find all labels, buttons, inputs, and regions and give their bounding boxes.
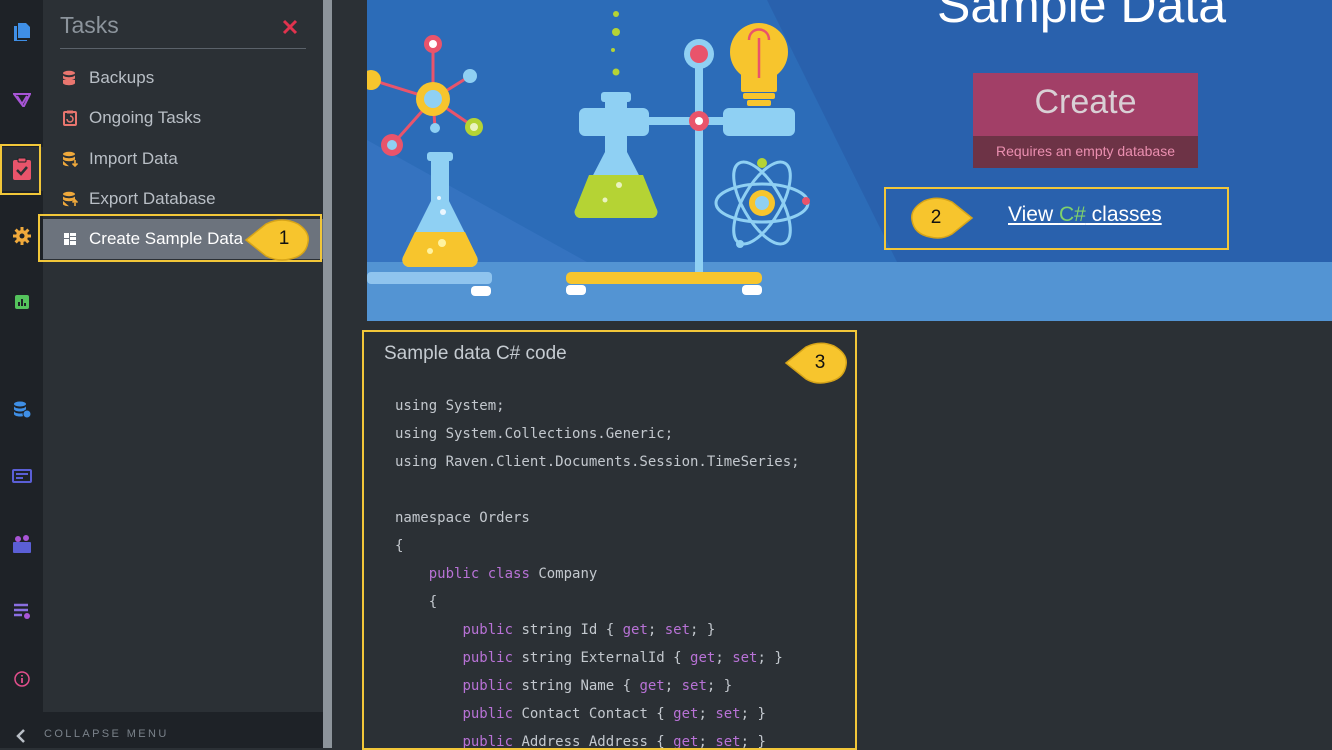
menu-item-export-database[interactable]: Export Database [43, 179, 323, 219]
menu-item-import-data[interactable]: Import Data [43, 139, 323, 179]
collapse-menu-label[interactable]: COLLAPSE MENU [44, 728, 169, 740]
create-button-note: Requires an empty database [996, 143, 1175, 159]
sample-data-hero: Sample Data Create Requires an empty dat… [367, 0, 1332, 321]
sample-code-panel: Sample data C# code using System; using … [362, 330, 857, 750]
menu-item-label: Backups [89, 68, 155, 87]
code-line: { [395, 538, 404, 554]
ongoing-tasks-icon [63, 110, 77, 126]
documents-icon[interactable] [0, 10, 43, 54]
stats-icon[interactable] [0, 280, 43, 324]
callout-number: 1 [278, 228, 290, 249]
icon-rail [0, 0, 43, 748]
callout-number: 2 [930, 207, 942, 228]
code-line: public string Name { get; set; } [462, 678, 733, 694]
menu-item-backups[interactable]: Backups [43, 58, 323, 98]
code-line: public string ExternalId { get; set; } [462, 650, 783, 666]
view-link-language: C# [1058, 203, 1086, 226]
manage-server-icon[interactable] [0, 454, 43, 498]
cluster-icon[interactable] [0, 522, 43, 566]
code-line: public string Id { get; set; } [462, 622, 716, 638]
tasks-submenu: Tasks Backups Ongoing Tasks Import Data … [43, 0, 323, 712]
code-line: namespace Orders [395, 510, 530, 526]
create-sample-data-button[interactable]: Create Requires an empty database [973, 73, 1198, 168]
import-icon [63, 151, 78, 167]
view-csharp-classes-link[interactable]: View C# classes [1008, 203, 1162, 227]
code-line: { [395, 594, 438, 610]
menu-item-label: Ongoing Tasks [89, 108, 202, 127]
code-line: using System.Collections.Generic; [395, 426, 674, 442]
server-settings-icon[interactable] [0, 589, 43, 633]
create-button-label: Create [1034, 83, 1137, 121]
csharp-code-block: using System; using System.Collections.G… [395, 392, 800, 748]
code-line: public Contact Contact { get; set; } [462, 706, 766, 722]
tasks-rail-highlight [0, 144, 41, 195]
code-line: using Raven.Client.Documents.Session.Tim… [395, 454, 800, 470]
close-icon[interactable] [281, 18, 299, 36]
callout-number: 3 [814, 352, 826, 373]
about-icon[interactable] [0, 657, 43, 701]
chevron-left-icon[interactable] [14, 728, 28, 744]
menu-item-ongoing-tasks[interactable]: Ongoing Tasks [43, 98, 323, 138]
submenu-title: Tasks [60, 12, 119, 38]
callout-2: 2 [910, 197, 976, 239]
settings-icon[interactable] [0, 214, 43, 258]
view-link-suffix: classes [1085, 203, 1162, 226]
callout-3: 3 [782, 342, 848, 384]
page-title: Sample Data [937, 0, 1227, 33]
export-icon [63, 191, 78, 207]
menu-item-label: Export Database [89, 189, 216, 208]
sidebar-scrollbar[interactable] [323, 0, 332, 748]
callout-1: 1 [242, 218, 310, 262]
code-panel-title: Sample data C# code [384, 343, 567, 364]
code-line: using System; [395, 398, 505, 414]
code-line: public class Company [428, 566, 598, 582]
indexes-icon[interactable] [0, 78, 43, 122]
backup-icon [63, 70, 75, 86]
view-link-prefix: View [1008, 203, 1059, 226]
menu-item-label: Import Data [89, 149, 178, 168]
databases-icon[interactable] [0, 388, 43, 432]
submenu-divider [60, 48, 306, 49]
